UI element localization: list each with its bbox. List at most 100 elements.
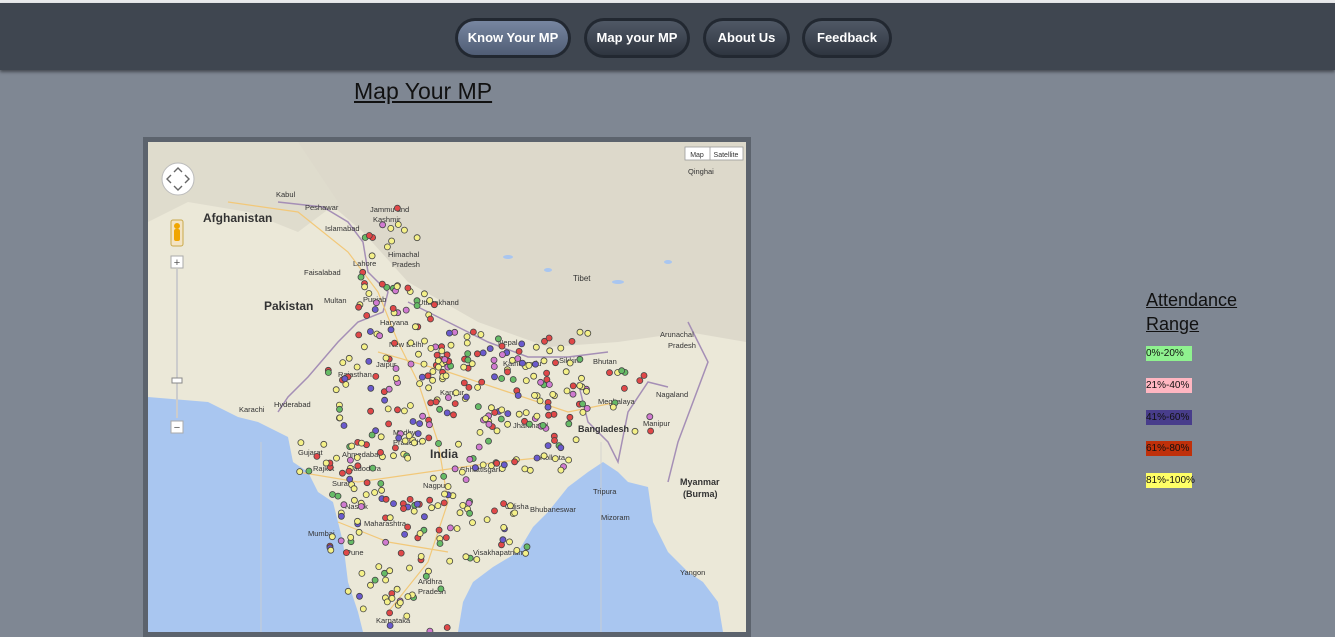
mp-marker[interactable]	[345, 354, 353, 362]
mp-marker[interactable]	[387, 326, 395, 334]
mp-marker[interactable]	[425, 434, 433, 442]
mp-marker[interactable]	[385, 385, 393, 393]
mp-marker[interactable]	[631, 427, 639, 435]
mp-marker[interactable]	[436, 540, 444, 547]
mp-marker[interactable]	[443, 409, 451, 417]
mp-marker[interactable]	[365, 357, 373, 365]
mp-marker[interactable]	[620, 384, 628, 392]
mp-marker[interactable]	[390, 500, 397, 508]
mp-marker[interactable]	[393, 585, 401, 593]
mp-marker[interactable]	[518, 340, 526, 348]
mp-marker[interactable]	[500, 523, 508, 531]
mp-marker[interactable]	[404, 454, 412, 462]
mp-marker[interactable]	[513, 546, 521, 554]
mp-marker[interactable]	[506, 538, 513, 546]
mp-marker[interactable]	[429, 368, 437, 375]
mp-marker[interactable]	[522, 377, 530, 385]
mp-marker[interactable]	[356, 592, 363, 600]
mp-marker[interactable]	[421, 337, 428, 345]
mp-marker[interactable]	[338, 469, 346, 477]
mp-marker[interactable]	[341, 375, 349, 383]
zoom-slider-handle[interactable]	[171, 377, 183, 384]
mp-marker[interactable]	[418, 373, 426, 381]
mp-marker[interactable]	[381, 396, 389, 404]
mp-marker[interactable]	[375, 563, 383, 571]
mp-marker[interactable]	[500, 461, 508, 469]
mp-marker[interactable]	[354, 462, 362, 470]
mp-marker[interactable]	[401, 530, 409, 538]
mp-marker[interactable]	[383, 243, 391, 251]
mp-marker[interactable]	[382, 576, 390, 584]
mp-marker[interactable]	[401, 437, 409, 445]
mp-marker[interactable]	[305, 467, 313, 475]
mp-marker[interactable]	[337, 537, 345, 545]
mp-marker[interactable]	[355, 303, 363, 311]
mp-marker[interactable]	[494, 335, 502, 343]
mp-marker[interactable]	[416, 530, 424, 537]
mp-marker[interactable]	[387, 225, 395, 232]
mp-marker[interactable]	[474, 383, 482, 391]
mp-marker[interactable]	[579, 408, 587, 416]
mp-marker[interactable]	[462, 476, 470, 484]
mp-marker[interactable]	[499, 536, 507, 544]
mp-marker[interactable]	[406, 402, 414, 409]
mp-marker[interactable]	[451, 400, 459, 408]
mp-marker[interactable]	[566, 359, 574, 367]
mp-marker[interactable]	[531, 391, 538, 399]
mp-marker[interactable]	[410, 439, 418, 447]
mp-marker[interactable]	[390, 452, 397, 460]
mp-marker[interactable]	[646, 413, 654, 421]
nav-know-your-mp-button[interactable]: Know Your MP	[455, 18, 571, 58]
mp-marker[interactable]	[532, 343, 540, 351]
zoom-in-button[interactable]: +	[174, 257, 180, 269]
mp-marker[interactable]	[389, 304, 397, 312]
mp-marker[interactable]	[394, 406, 401, 414]
mp-marker[interactable]	[440, 472, 448, 480]
mp-marker[interactable]	[511, 458, 519, 466]
mp-marker[interactable]	[479, 349, 487, 357]
mp-marker[interactable]	[350, 496, 358, 504]
mp-marker[interactable]	[437, 585, 445, 593]
mp-marker[interactable]	[358, 439, 366, 447]
mp-marker[interactable]	[386, 567, 394, 575]
mp-marker[interactable]	[395, 434, 403, 442]
mp-marker[interactable]	[482, 415, 490, 423]
mp-marker[interactable]	[504, 368, 511, 376]
mp-marker[interactable]	[515, 410, 523, 418]
mp-marker[interactable]	[378, 486, 386, 494]
mp-marker[interactable]	[386, 622, 394, 629]
mp-marker[interactable]	[386, 514, 394, 522]
mp-marker[interactable]	[363, 479, 371, 487]
mp-marker[interactable]	[578, 374, 585, 382]
mp-marker[interactable]	[504, 410, 512, 418]
mp-marker[interactable]	[435, 363, 442, 371]
mp-marker[interactable]	[371, 306, 379, 313]
mp-marker[interactable]	[557, 444, 565, 452]
mp-marker[interactable]	[402, 306, 410, 314]
mp-marker[interactable]	[347, 533, 355, 541]
mp-marker[interactable]	[369, 464, 377, 472]
mp-marker[interactable]	[459, 501, 467, 509]
mp-marker[interactable]	[441, 356, 449, 363]
mp-marker[interactable]	[609, 403, 617, 411]
mp-marker[interactable]	[427, 344, 435, 352]
mp-marker[interactable]	[413, 500, 421, 508]
mp-marker[interactable]	[360, 343, 368, 351]
mp-marker[interactable]	[463, 339, 471, 347]
mp-marker[interactable]	[584, 329, 592, 337]
mp-marker[interactable]	[518, 359, 526, 367]
mp-marker[interactable]	[419, 437, 426, 445]
mp-marker[interactable]	[487, 404, 495, 412]
mp-marker[interactable]	[337, 512, 345, 520]
mp-marker[interactable]	[479, 461, 487, 469]
mp-marker[interactable]	[455, 440, 462, 448]
mp-marker[interactable]	[490, 363, 498, 370]
mp-marker[interactable]	[340, 422, 348, 429]
mp-marker[interactable]	[365, 232, 373, 239]
mp-marker[interactable]	[464, 356, 472, 364]
mp-marker[interactable]	[543, 369, 551, 377]
mp-marker[interactable]	[404, 593, 412, 601]
mp-marker[interactable]	[406, 564, 413, 572]
mp-marker[interactable]	[511, 509, 519, 517]
mp-marker[interactable]	[413, 234, 421, 242]
